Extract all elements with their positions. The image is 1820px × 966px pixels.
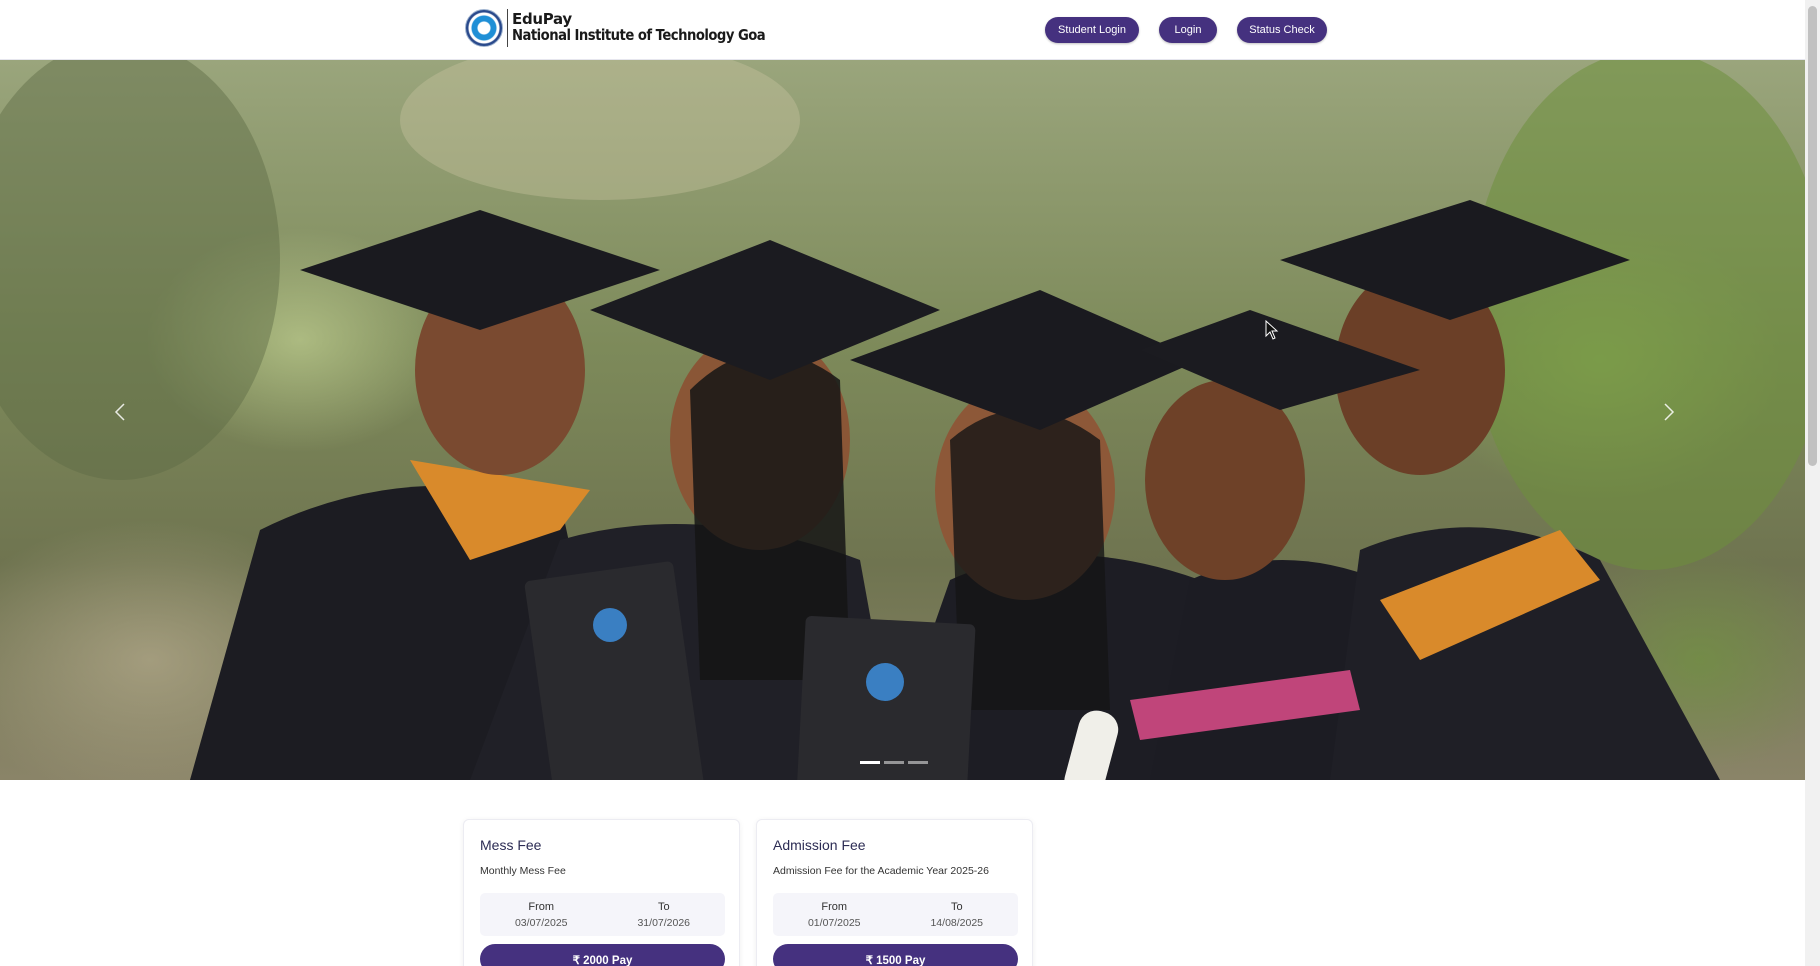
top-navbar: EduPay National Institute of Technology …	[0, 0, 1805, 60]
chevron-right-icon	[1664, 403, 1675, 421]
login-button[interactable]: Login	[1159, 17, 1217, 43]
carousel-indicator-3[interactable]	[908, 761, 928, 764]
hero-graduates-image	[0, 60, 1805, 780]
from-column: From 03/07/2025	[480, 893, 603, 936]
from-date: 03/07/2025	[514, 916, 568, 929]
fee-card-admission: Admission Fee Admission Fee for the Acad…	[756, 819, 1033, 966]
from-label: From	[821, 900, 848, 913]
to-label: To	[950, 900, 963, 913]
institute-logo-icon	[465, 9, 503, 47]
chevron-left-icon	[114, 403, 125, 421]
carousel-prev-button[interactable]	[109, 400, 133, 424]
carousel-indicator-1[interactable]	[860, 761, 880, 764]
to-column: To 14/08/2025	[896, 893, 1019, 936]
page-scrollbar[interactable]	[1805, 0, 1820, 966]
to-date: 31/07/2026	[637, 916, 691, 929]
brand[interactable]: EduPay National Institute of Technology …	[465, 9, 800, 47]
hero-carousel	[0, 60, 1805, 780]
fee-date-range: From 03/07/2025 To 31/07/2026	[480, 893, 725, 936]
to-label: To	[657, 900, 670, 913]
scrollbar-thumb[interactable]	[1808, 6, 1817, 466]
institute-name: National Institute of Technology Goa	[512, 26, 766, 44]
brand-text: EduPay National Institute of Technology …	[512, 11, 800, 44]
page: EduPay National Institute of Technology …	[0, 0, 1820, 966]
to-date: 14/08/2025	[930, 916, 984, 929]
fee-description: Monthly Mess Fee	[480, 865, 566, 877]
mouse-cursor-icon	[1265, 320, 1279, 340]
pay-mess-fee-button[interactable]: ₹ 2000 Pay	[480, 944, 725, 966]
fee-card-mess: Mess Fee Monthly Mess Fee From 03/07/202…	[463, 819, 740, 966]
from-date: 01/07/2025	[807, 916, 861, 929]
fee-title: Admission Fee	[773, 837, 866, 853]
carousel-next-button[interactable]	[1656, 400, 1680, 424]
status-check-button[interactable]: Status Check	[1237, 17, 1327, 43]
carousel-indicators	[860, 761, 928, 764]
to-column: To 31/07/2026	[603, 893, 726, 936]
fee-date-range: From 01/07/2025 To 14/08/2025	[773, 893, 1018, 936]
pay-admission-fee-button[interactable]: ₹ 1500 Pay	[773, 944, 1018, 966]
from-column: From 01/07/2025	[773, 893, 896, 936]
from-label: From	[528, 900, 555, 913]
fee-description: Admission Fee for the Academic Year 2025…	[773, 865, 989, 877]
student-login-button[interactable]: Student Login	[1045, 17, 1139, 43]
brand-divider	[507, 9, 508, 47]
fee-title: Mess Fee	[480, 837, 542, 853]
carousel-indicator-2[interactable]	[884, 761, 904, 764]
